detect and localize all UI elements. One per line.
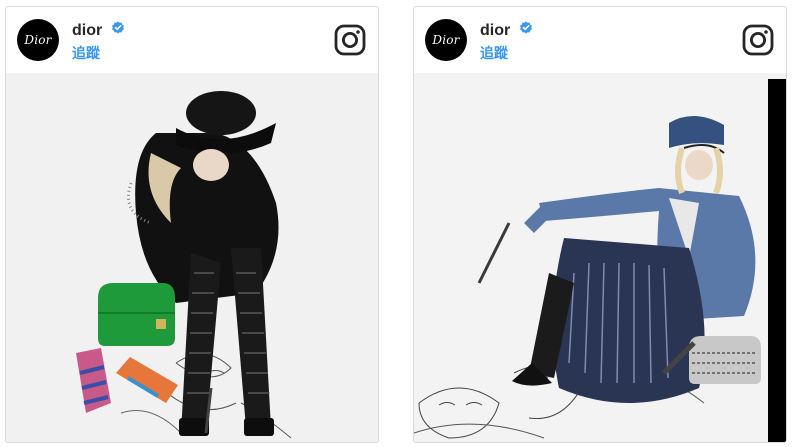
instagram-icon[interactable] [742, 24, 774, 56]
instagram-icon[interactable] [334, 24, 366, 56]
username-link[interactable]: dior [480, 22, 510, 40]
user-block: dior 追蹤 [480, 21, 533, 63]
avatar[interactable]: Dior [425, 19, 467, 61]
verified-badge-icon [519, 21, 533, 40]
post-header: Dior dior 追蹤 [414, 7, 786, 73]
username-link[interactable]: dior [72, 22, 102, 40]
post-photo[interactable] [6, 73, 378, 442]
avatar-logo-text: Dior [24, 33, 52, 47]
avatar-logo-text: Dior [432, 33, 460, 47]
avatar[interactable]: Dior [17, 19, 59, 61]
instagram-embed-card-1: Dior dior 追蹤 [5, 6, 379, 443]
follow-button[interactable]: 追蹤 [72, 43, 125, 63]
instagram-embed-card-2: Dior dior 追蹤 [413, 6, 787, 443]
user-block: dior 追蹤 [72, 21, 125, 63]
follow-button[interactable]: 追蹤 [480, 43, 533, 63]
post-photo[interactable] [414, 73, 786, 442]
verified-badge-icon [111, 21, 125, 40]
post-header: Dior dior 追蹤 [6, 7, 378, 73]
